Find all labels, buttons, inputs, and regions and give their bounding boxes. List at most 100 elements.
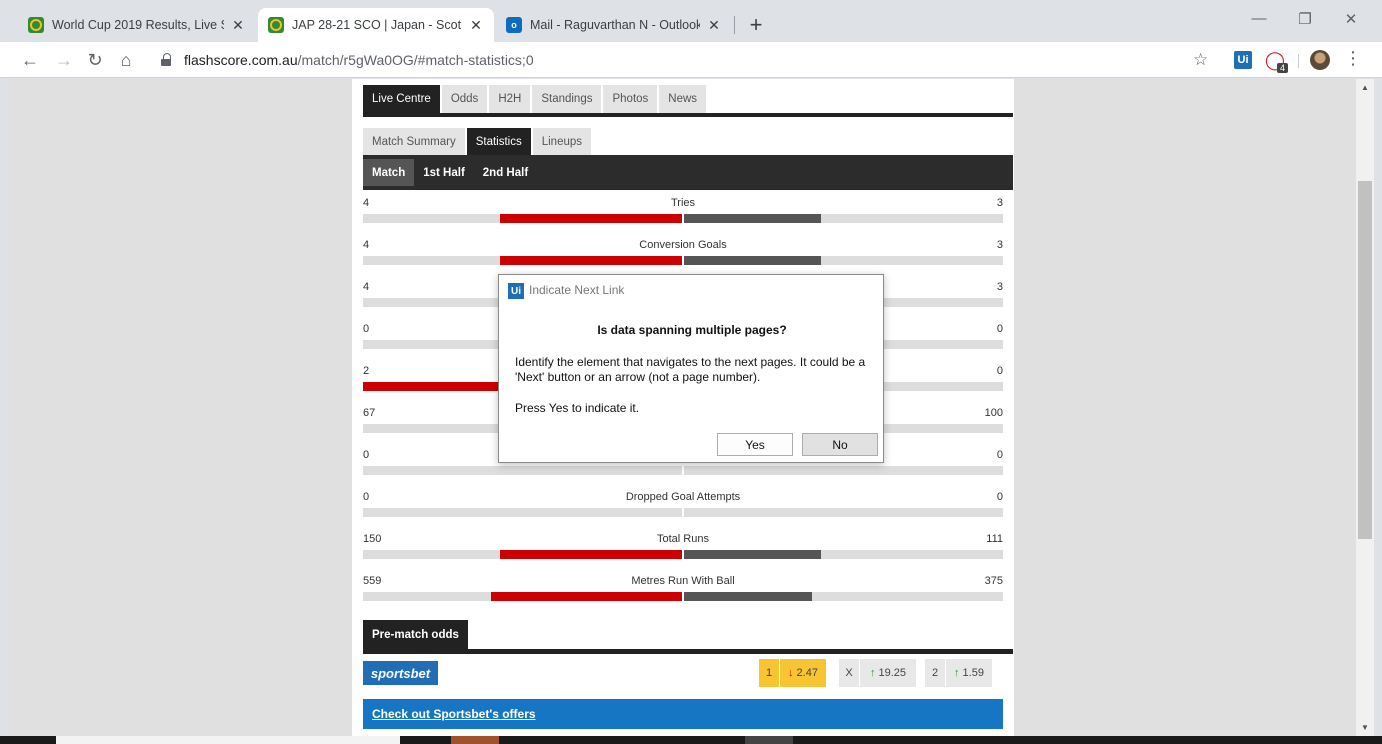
stat-label: Total Runs <box>657 533 709 545</box>
stat-away-value: 0 <box>996 365 1003 377</box>
tab-h2h[interactable]: H2H <box>489 85 531 113</box>
dialog-title: Indicate Next Link <box>529 283 625 297</box>
tab-title: World Cup 2019 Results, Live Sco <box>52 18 224 32</box>
close-tab-icon[interactable]: ✕ <box>230 17 246 34</box>
dialog-question: Is data spanning multiple pages? <box>597 323 787 337</box>
bookmark-star-icon[interactable]: ☆ <box>1193 50 1208 70</box>
url-host: flashscore.com.au <box>184 52 298 68</box>
offer-link[interactable]: Check out Sportsbet's offers <box>372 707 536 721</box>
stat-away-value: 3 <box>996 197 1003 209</box>
stat-home-value: 2 <box>363 365 370 377</box>
stat-bar-home <box>491 592 682 601</box>
odds-value-away[interactable]: ↑ 1.59 <box>946 659 992 687</box>
tab-first-half[interactable]: 1st Half <box>414 159 474 186</box>
taskbar <box>0 736 1382 744</box>
uipath-icon: Ui <box>508 283 524 299</box>
stat-bar-home <box>500 256 682 265</box>
flashscore-favicon-icon <box>268 17 284 33</box>
stat-home-value: 4 <box>363 281 370 293</box>
url-path: /match/r5gWa0OG/#match-statistics;0 <box>297 52 534 68</box>
arrow-up-icon: ↑ <box>869 667 876 679</box>
stat-away-value: 375 <box>984 575 1003 587</box>
profile-avatar[interactable] <box>1310 50 1330 70</box>
toolbar-divider <box>1298 54 1299 68</box>
stat-row: 150 Total Runs 111 <box>363 533 1003 567</box>
tab-outlook[interactable]: o Mail - Raguvarthan N - Outlook ✕ <box>496 8 732 42</box>
restore-icon[interactable]: ❐ <box>1282 10 1328 28</box>
stat-bar-divider <box>682 256 684 265</box>
odds-value-draw[interactable]: ↑ 19.25 <box>860 659 916 687</box>
main-tabs: Live Centre Odds H2H Standings Photos Ne… <box>363 85 708 113</box>
tab-lineups[interactable]: Lineups <box>532 128 592 156</box>
tab-live-centre[interactable]: Live Centre <box>363 85 440 113</box>
stat-away-value: 100 <box>984 407 1003 419</box>
address-bar[interactable]: flashscore.com.au /match/r5gWa0OG/#match… <box>150 46 1222 74</box>
stat-bar-away <box>684 592 812 601</box>
dialog-body: Identify the element that navigates to t… <box>515 355 866 384</box>
sportsbet-offer-banner[interactable]: Check out Sportsbet's offers <box>363 699 1003 729</box>
stat-bar-divider <box>682 508 684 517</box>
arrow-up-icon: ↑ <box>954 667 960 679</box>
tab-second-half[interactable]: 2nd Half <box>474 159 537 186</box>
tab-standings[interactable]: Standings <box>532 85 602 113</box>
arrow-down-icon: ↓ <box>788 667 794 679</box>
browser-tab-strip: World Cup 2019 Results, Live Sco ✕ JAP 2… <box>0 0 1382 42</box>
odds-label-away: 2 <box>925 659 945 687</box>
tab-match-period[interactable]: Match <box>363 159 415 186</box>
close-window-icon[interactable]: ✕ <box>1328 10 1374 28</box>
stat-bar-away <box>684 550 821 559</box>
tab-jap-sco[interactable]: JAP 28-21 SCO | Japan - Scotland ✕ <box>258 8 494 42</box>
stat-away-value: 0 <box>996 323 1003 335</box>
odds-label-home: 1 <box>759 659 779 687</box>
tab-news[interactable]: News <box>659 85 707 113</box>
stat-away-value: 0 <box>996 491 1003 503</box>
no-button[interactable]: No <box>802 433 878 456</box>
outlook-favicon-icon: o <box>506 17 522 33</box>
scrollbar-thumb[interactable] <box>1358 181 1372 539</box>
new-tab-button[interactable]: + <box>744 11 768 39</box>
odds-label-draw: X <box>839 659 859 687</box>
yes-button[interactable]: Yes <box>717 433 793 456</box>
stat-away-value: 3 <box>996 281 1003 293</box>
page-scrollbar[interactable]: ▲ ▼ <box>1356 79 1374 736</box>
odds-value-home[interactable]: ↓ 2.47 <box>780 659 826 687</box>
tab-match-summary[interactable]: Match Summary <box>363 128 465 156</box>
tab-statistics[interactable]: Statistics <box>466 128 531 156</box>
tab-prematch-odds[interactable]: Pre-match odds <box>363 620 468 649</box>
taskbar-app[interactable] <box>745 736 793 744</box>
flashscore-favicon-icon <box>28 17 44 33</box>
stat-away-value: 0 <box>996 449 1003 461</box>
taskbar-search[interactable] <box>56 736 400 744</box>
forward-arrow-icon[interactable]: → <box>52 48 76 72</box>
scroll-up-icon[interactable]: ▲ <box>1356 83 1374 92</box>
minimize-icon[interactable]: — <box>1236 10 1282 27</box>
stat-label: Conversion Goals <box>639 239 727 251</box>
reload-icon[interactable]: ↻ <box>83 48 107 72</box>
stat-bar-divider <box>682 466 684 475</box>
tab-world-cup[interactable]: World Cup 2019 Results, Live Sco ✕ <box>18 8 256 42</box>
menu-kebab-icon[interactable]: ⋮ <box>1344 48 1362 69</box>
dialog-instruction: Press Yes to indicate it. <box>515 401 640 415</box>
back-arrow-icon[interactable]: ← <box>18 48 42 72</box>
stat-label: Metres Run With Ball <box>631 575 735 587</box>
stat-home-value: 67 <box>363 407 376 419</box>
stat-row: 4 Tries 3 <box>363 197 1003 231</box>
scroll-down-icon[interactable]: ▼ <box>1356 723 1374 732</box>
tab-photos[interactable]: Photos <box>603 85 658 113</box>
stat-home-value: 0 <box>363 449 370 461</box>
taskbar-app[interactable] <box>451 736 499 744</box>
home-icon[interactable]: ⌂ <box>114 48 138 72</box>
uipath-extension-icon[interactable]: Ui <box>1234 51 1252 69</box>
stat-row: 559 Metres Run With Ball 375 <box>363 575 1003 609</box>
stat-row: 0 Dropped Goal Attempts 0 <box>363 491 1003 525</box>
stat-bar-divider <box>682 214 684 223</box>
stat-label: Dropped Goal Attempts <box>625 491 741 503</box>
tab-title: JAP 28-21 SCO | Japan - Scotland <box>292 18 462 32</box>
tab-divider <box>734 16 735 34</box>
close-tab-icon[interactable]: ✕ <box>468 17 484 34</box>
tab-odds[interactable]: Odds <box>441 85 488 113</box>
close-tab-icon[interactable]: ✕ <box>706 17 722 34</box>
stat-bar-home <box>500 550 682 559</box>
stat-row: 4 Conversion Goals 3 <box>363 239 1003 273</box>
sportsbet-logo[interactable]: sportsbet <box>363 661 438 685</box>
